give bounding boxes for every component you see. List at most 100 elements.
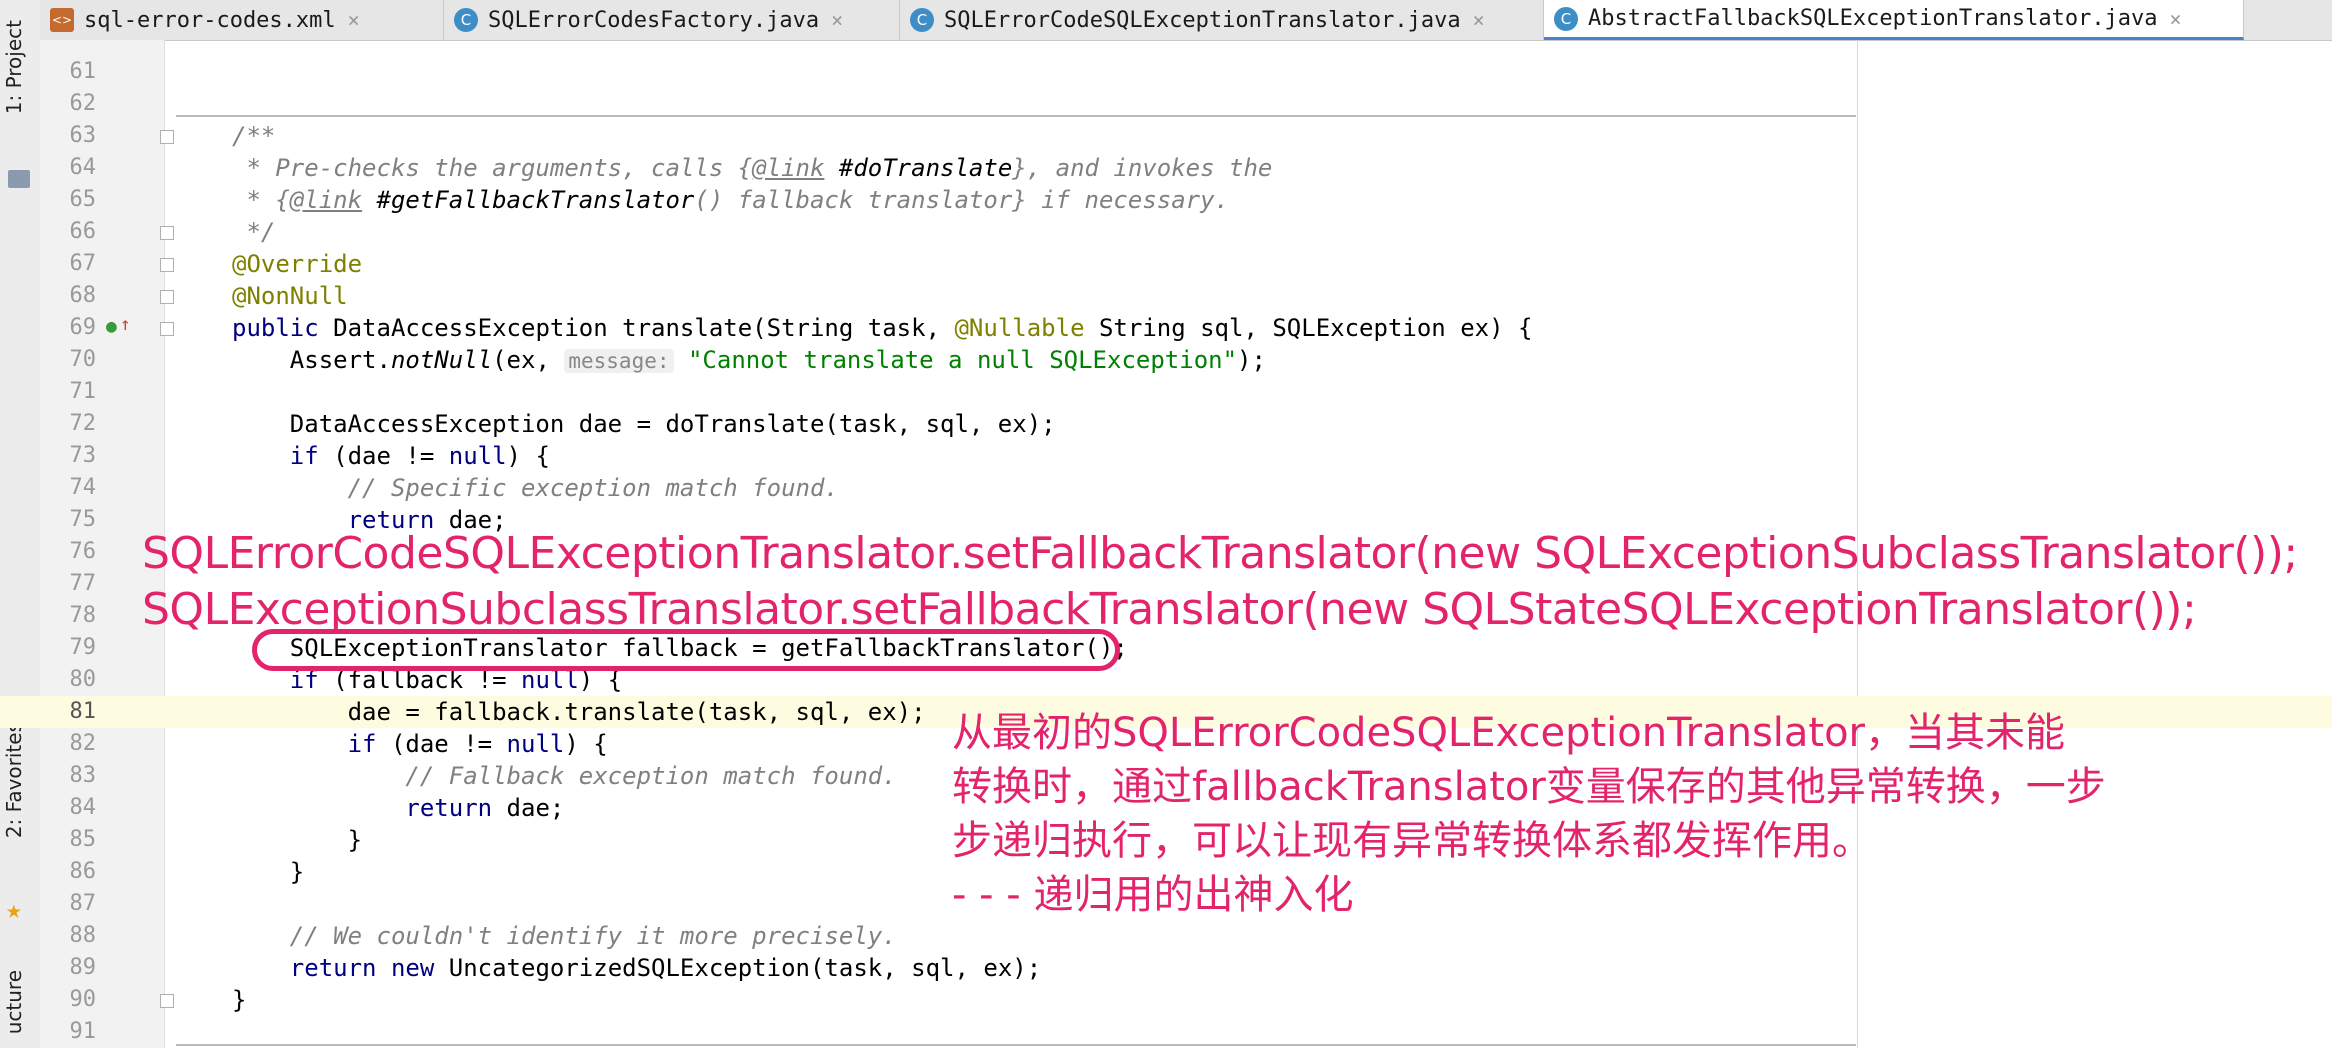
annotation-note-line-3: 步递归执行，可以让现有异常转换体系都发挥作用。 [952,818,1872,864]
code-text: public DataAccessException translate(Str… [232,314,1533,342]
line-number: 75 [69,507,97,532]
code-text: } [232,826,363,854]
code-text: * Pre-checks the arguments, calls {@link… [232,154,1273,182]
tab-sqlerrorcodesqlexceptiontranslator[interactable]: C SQLErrorCodeSQLExceptionTranslator.jav… [900,0,1544,40]
code-text: return new UncategorizedSQLException(tas… [289,954,1042,982]
code-line: 62 [0,88,2332,120]
xml-file-icon: <> [50,8,74,32]
code-line: 69 ● ↑ public DataAccessException transl… [0,312,2332,344]
highlight-circle [252,629,1120,671]
class-icon: C [1554,6,1578,31]
code-line: 70 Assert.notNull(ex, message: "Cannot t… [0,344,2332,376]
line-number: 82 [69,731,97,756]
line-number: 89 [69,955,97,980]
code-text: */ [232,218,276,246]
parameter-hint: message: [564,349,674,373]
fold-marker-icon[interactable] [160,130,174,144]
code-text: @Override [232,250,363,278]
code-text: if (dae != null) { [347,730,608,758]
tab-sqlerrorcodesfactory[interactable]: C SQLErrorCodesFactory.java × [444,0,900,40]
tab-sql-error-codes-xml[interactable]: <> sql-error-codes.xml × [40,0,444,40]
line-number: 73 [69,443,97,468]
annotation-note-line-2: 转换时，通过fallbackTranslator变量保存的其他异常转换，一步 [952,764,2106,810]
code-text: } [232,986,247,1014]
code-text: return dae; [405,794,565,822]
line-number: 80 [69,667,97,692]
line-number: 88 [69,923,97,948]
code-line: 91 [0,1016,2332,1048]
code-text: * {@link #getFallbackTranslator() fallba… [232,186,1230,214]
fold-marker-icon[interactable] [160,258,174,272]
tab-abstractfallbacksqlexceptiontranslator[interactable]: C AbstractFallbackSQLExceptionTranslator… [1544,0,2244,40]
line-number: 67 [69,251,97,276]
fold-marker-icon[interactable] [160,994,174,1008]
line-number: 85 [69,827,97,852]
code-line: 90 } [0,984,2332,1016]
code-line: 72 DataAccessException dae = doTranslate… [0,408,2332,440]
code-text: } [232,858,305,886]
annotation-note-line-4: - - - 递归用的出神入化 [952,872,1354,918]
fold-marker-icon[interactable] [160,322,174,336]
line-number: 90 [69,987,97,1012]
line-number: 79 [69,635,97,660]
code-line: 65 * {@link #getFallbackTranslator() fal… [0,184,2332,216]
fold-marker-icon[interactable] [160,290,174,304]
line-number: 77 [69,571,97,596]
code-text: if (dae != null) { [289,442,550,470]
tab-label: SQLErrorCodeSQLExceptionTranslator.java [944,7,1461,33]
line-number: 71 [69,379,97,404]
code-text: // We couldn't identify it more precisel… [232,922,897,950]
editor-tab-bar: <> sql-error-codes.xml × C SQLErrorCodes… [40,0,2332,41]
annotation-fallback-chain-1: SQLErrorCodeSQLExceptionTranslator.setFa… [142,528,2298,579]
code-line: 63 /** [0,120,2332,152]
close-icon[interactable]: × [1473,8,1485,32]
line-number: 69 [69,315,97,340]
line-number: 83 [69,763,97,788]
code-line: 67 @Override [0,248,2332,280]
code-line: 88 // We couldn't identify it more preci… [0,920,2332,952]
code-text: // Specific exception match found. [232,474,839,502]
up-arrow-icon[interactable]: ↑ [120,314,131,335]
line-number: 76 [69,539,97,564]
close-icon[interactable]: × [348,8,360,32]
line-number: 70 [69,347,97,372]
line-number: 63 [69,123,97,148]
annotation-fallback-chain-2: SQLExceptionSubclassTranslator.setFallba… [142,584,2197,635]
class-icon: C [910,8,934,32]
code-text: // Fallback exception match found. [232,762,897,790]
annotation-note-line-1: 从最初的SQLErrorCodeSQLExceptionTranslator，当… [952,710,2066,756]
code-line: 66 */ [0,216,2332,248]
close-icon[interactable]: × [2170,7,2182,31]
tab-label: SQLErrorCodesFactory.java [488,7,820,33]
line-number: 84 [69,795,97,820]
line-number: 64 [69,155,97,180]
line-number: 91 [69,1019,97,1044]
code-text: /** [232,122,276,150]
line-number: 65 [69,187,97,212]
code-line: 68 @NonNull [0,280,2332,312]
line-number: 87 [69,891,97,916]
override-marker-icon[interactable]: ● [106,316,117,337]
code-line: 89 return new UncategorizedSQLException(… [0,952,2332,984]
code-line: 74 // Specific exception match found. [0,472,2332,504]
code-line: 71 [0,376,2332,408]
tab-label: AbstractFallbackSQLExceptionTranslator.j… [1588,6,2158,31]
line-number: 66 [69,219,97,244]
fold-marker-icon[interactable] [160,226,174,240]
code-line: 64 * Pre-checks the arguments, calls {@l… [0,152,2332,184]
line-number: 81 [69,699,97,724]
class-icon: C [454,8,478,32]
code-text: dae = fallback.translate(task, sql, ex); [232,698,926,726]
code-text: @NonNull [232,282,348,310]
code-line: 73 if (dae != null) { [0,440,2332,472]
line-number: 62 [69,91,97,116]
line-number: 86 [69,859,97,884]
line-number: 68 [69,283,97,308]
code-text: Assert.notNull(ex, message: "Cannot tran… [232,346,1266,374]
line-number: 74 [69,475,97,500]
close-icon[interactable]: × [831,8,843,32]
line-number: 72 [69,411,97,436]
line-number: 61 [69,59,97,84]
code-line: 61 [0,56,2332,88]
code-text: DataAccessException dae = doTranslate(ta… [232,410,1056,438]
